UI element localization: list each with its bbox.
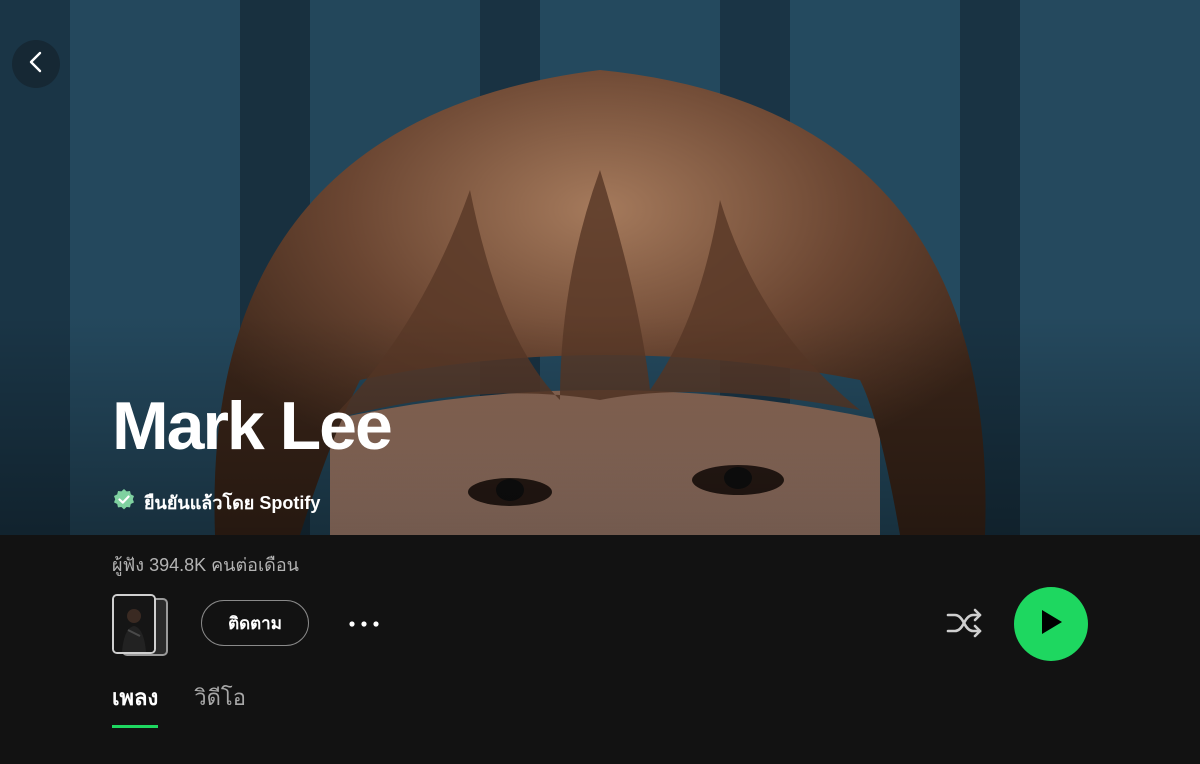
play-button[interactable] <box>1014 587 1088 661</box>
verified-badge: ยืนยันแล้วโดย Spotify <box>112 488 320 517</box>
follow-button[interactable]: ติดตาม <box>201 600 309 646</box>
verified-check-icon <box>112 488 136 517</box>
more-options-button[interactable] <box>344 608 384 640</box>
monthly-listeners: ผู้ฟัง 394.8K คนต่อเดือน <box>112 555 299 575</box>
play-icon <box>1038 608 1064 641</box>
artist-preview-button[interactable] <box>112 594 168 656</box>
chevron-left-icon <box>26 51 46 78</box>
content-tabs: เพลง วิดีโอ <box>112 680 246 728</box>
back-button[interactable] <box>12 40 60 88</box>
verified-label: ยืนยันแล้วโดย Spotify <box>144 493 321 513</box>
tab-videos[interactable]: วิดีโอ <box>194 680 246 728</box>
more-horizontal-icon <box>348 615 380 633</box>
tab-songs[interactable]: เพลง <box>112 680 159 728</box>
shuffle-icon <box>946 607 984 644</box>
artist-name: Mark Lee <box>112 388 393 464</box>
preview-card-thumbnail <box>112 594 156 654</box>
artist-hero-banner: Mark Lee ยืนยันแล้วโดย Spotify <box>0 0 1200 535</box>
shuffle-button[interactable] <box>944 604 986 646</box>
